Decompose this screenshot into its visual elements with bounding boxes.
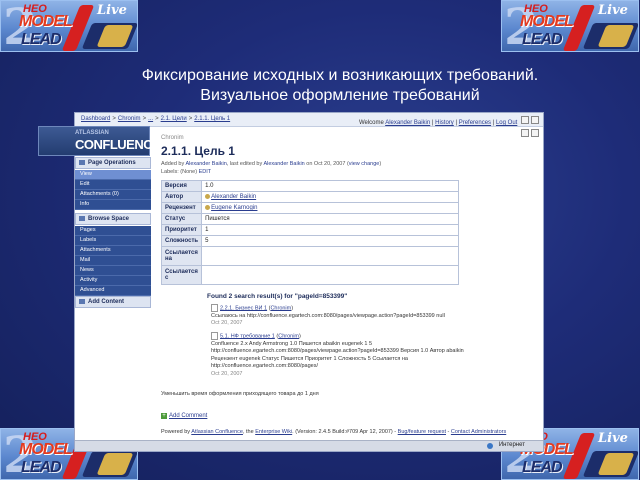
breadcrumb-item[interactable]: 2.1.1. Цель 1 (194, 116, 230, 122)
logo-lead: LEAD (21, 459, 62, 476)
table-row: Версия 1.0 (160, 180, 460, 192)
welcome-label: Welcome (358, 120, 384, 126)
sidebar: Page Operations View Edit Attachments (0… (75, 157, 151, 407)
sidebar-item-mail[interactable]: Mail (75, 256, 151, 266)
sidebar-item-pages[interactable]: Pages (75, 226, 151, 236)
table-row: Статус Пишется (160, 213, 460, 225)
logo-live: Live (97, 3, 127, 18)
sidebar-item-info[interactable]: Info (75, 200, 151, 210)
sidebar-item-attachments-space[interactable]: Attachments (75, 246, 151, 256)
logo-model: MODEL (19, 441, 73, 458)
slide-title-line-2: Визуальное оформление требований (200, 87, 480, 104)
properties-table: Версия 1.0 Автор Alexander Baikin Рецензен… (160, 180, 460, 285)
table-row: Приоритет 1 (160, 224, 460, 236)
result-date: Oct 20, 2007 (211, 320, 243, 327)
sidebar-item-news[interactable]: News (75, 266, 151, 276)
sidebar-item-attachments[interactable]: Attachments (0) (75, 190, 151, 200)
page-meta: Added by Alexander Baikin, last edited b… (161, 161, 382, 167)
breadcrumb-item[interactable]: 2.1. Цели (161, 116, 187, 122)
sidebar-item-advanced[interactable]: Advanced (75, 286, 151, 296)
preferences-link[interactable]: Preferences (459, 120, 491, 126)
result-space-link[interactable]: Chronim (270, 305, 291, 311)
contact-admin-link[interactable]: Contact Administrators (451, 429, 506, 435)
search-results: Found 2 search result(s) for "pageId=853… (161, 291, 541, 382)
result-body: Confluence 2.x Andy Armstrong 1.0 Пишетс… (211, 340, 464, 370)
logo-lead: LEAD (522, 459, 563, 476)
brand-line-1: ATLASSIAN (75, 130, 109, 136)
sidebar-item-labels[interactable]: Labels (75, 236, 151, 246)
sidebar-item-edit[interactable]: Edit (75, 180, 151, 190)
atlassian-link[interactable]: Atlassian Confluence (191, 429, 243, 435)
globe-icon (487, 443, 493, 449)
powered-by-footer: Powered by Atlassian Confluence, the Ent… (161, 429, 507, 435)
result-space-link[interactable]: Chronim (278, 333, 299, 339)
result-title-link[interactable]: 2.2.1. Бизнес ВИ 1 (220, 305, 267, 311)
space-name: Chronim (161, 135, 184, 141)
add-comment-link[interactable]: + Add Comment (161, 413, 207, 419)
reviewer-value-link[interactable]: Eugene Karnogin (211, 205, 257, 211)
bug-request-link[interactable]: Bug/feature request (398, 429, 446, 435)
table-row: Автор Alexander Baikin (160, 191, 460, 203)
top-bar: Dashboard > Chronim >... >2.1. Цели >2.1.1. Ц… (75, 113, 543, 127)
user-bar: Welcome Alexander Baikin | History | Pre… (359, 116, 539, 126)
labels-edit-link[interactable]: EDIT (199, 169, 212, 175)
labels: Labels: (None) EDIT (161, 169, 212, 175)
page-content: Chronim 2.1.1. Цель 1 Added by Alexander… (160, 135, 541, 290)
result-title-link[interactable]: 5.1. НФ требование 1 (220, 333, 275, 339)
browse-space-header[interactable]: Browse Space (75, 213, 151, 225)
sidebar-item-activity[interactable]: Activity (75, 276, 151, 286)
breadcrumb-item[interactable]: Dashboard (81, 116, 110, 122)
author-link[interactable]: Alexander Baikin (185, 161, 226, 167)
enterprise-wiki-link[interactable]: Enterprise Wiki (255, 429, 292, 435)
export-icon[interactable] (531, 116, 539, 124)
user-icon (205, 204, 211, 210)
history-link[interactable]: History (435, 120, 454, 126)
table-row: Ссылается с (160, 265, 460, 285)
search-result: 2.2.1. Бизнес ВИ 1 (Chronim) Ссылаюсь на… (211, 304, 471, 328)
brand-line-2: CONFLUENCE (75, 137, 161, 152)
result-date: Oct 20, 2007 (211, 370, 243, 377)
confluence-window: Dashboard > Chronim >... >2.1. Цели >2.1.1. Ц… (74, 112, 544, 452)
breadcrumb-item[interactable]: Chronim (118, 116, 141, 122)
document-icon (211, 331, 218, 340)
logo-lead: LEAD (21, 31, 62, 48)
logo-top-left: 2 НЕО MODEL LEAD Live (0, 0, 138, 52)
page-body-text: Уменьшить время оформления приходящего т… (161, 391, 319, 397)
logout-link[interactable]: Log Out (496, 120, 517, 126)
search-summary: Found 2 search result(s) for "pageId=853… (207, 293, 348, 300)
confluence-brand-logo[interactable]: ATLASSIAN CONFLUENCE (38, 126, 161, 156)
slide-title-line-1: Фиксирование исходных и возникающих треб… (141, 67, 539, 84)
document-icon (211, 304, 218, 312)
security-zone: Интернет (498, 442, 525, 448)
browser-status-bar: Интернет (75, 440, 543, 451)
logo-lead: LEAD (522, 31, 563, 48)
user-link[interactable]: Alexander Baikin (385, 120, 430, 126)
plus-icon: + (161, 413, 167, 419)
sidebar-item-view[interactable]: View (75, 170, 151, 180)
editor-link[interactable]: Alexander Baikin (263, 161, 304, 167)
page-operations-header: Page Operations (75, 157, 151, 169)
search-result: 5.1. НФ требование 1 (Chronim) Confluenc… (211, 331, 471, 378)
logo-model: MODEL (19, 13, 73, 30)
add-content-header[interactable]: Add Content (75, 296, 151, 308)
author-value-link[interactable]: Alexander Baikin (211, 194, 256, 200)
table-row: Ссылается на (160, 246, 460, 266)
logo-live: Live (598, 3, 628, 18)
user-icon (205, 193, 211, 199)
view-change-link[interactable]: view change (349, 161, 380, 167)
space-icon (79, 216, 85, 221)
page-title: 2.1.1. Цель 1 (161, 144, 235, 158)
table-row: Рецензент Eugene Karnogin (160, 202, 460, 214)
result-body: Ссылаюсь на http://confluence.egartech.c… (211, 312, 445, 319)
print-icon[interactable] (521, 116, 529, 124)
logo-model: MODEL (520, 13, 574, 30)
logo-live: Live (598, 431, 628, 446)
page-icon (79, 160, 85, 165)
logo-top-right: 2 НЕО MODEL LEAD Live (501, 0, 639, 52)
breadcrumb: Dashboard > Chronim >... >2.1. Цели >2.1.1. Ц… (81, 116, 231, 122)
add-icon (79, 299, 85, 304)
breadcrumb-item[interactable]: ... (148, 116, 153, 122)
table-row: Сложность 5 (160, 235, 460, 247)
